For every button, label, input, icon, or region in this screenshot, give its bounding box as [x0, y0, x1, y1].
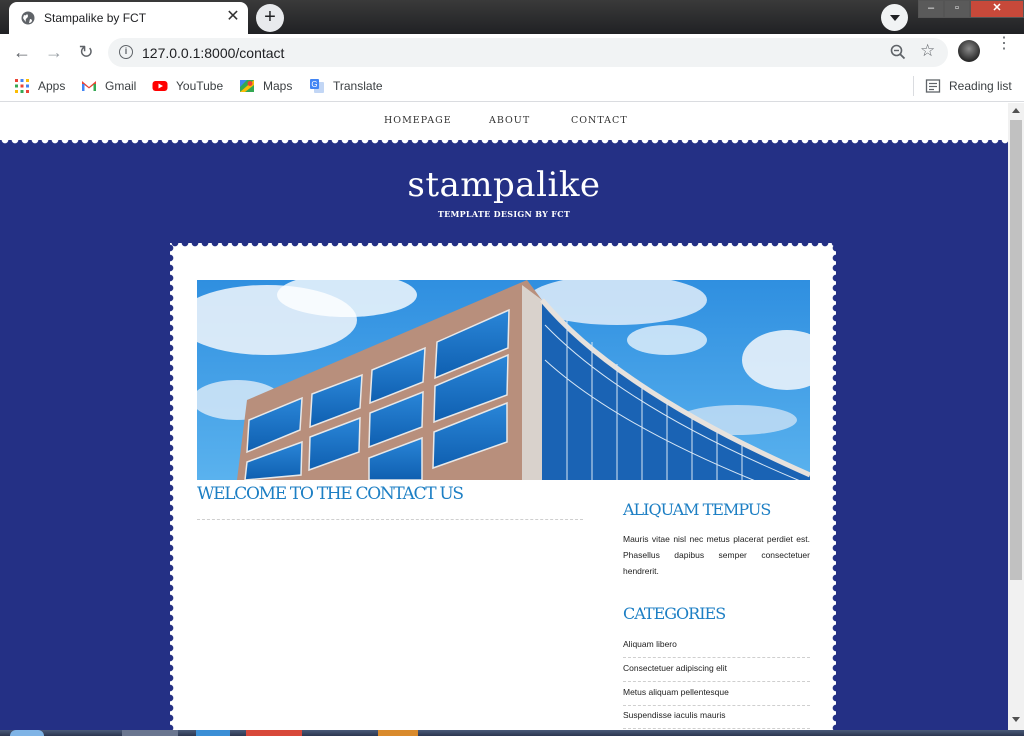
site-info-icon[interactable]: i	[119, 45, 133, 59]
scroll-up-icon[interactable]	[1012, 108, 1020, 113]
bookmark-label: YouTube	[176, 79, 224, 93]
category-link[interactable]: Metus aliquam pellentesque	[623, 682, 810, 706]
bookmarks-bar: Apps Gmail YouTube Maps G Translate Read…	[0, 70, 1024, 102]
browser-menu-icon[interactable]: ⋮	[996, 36, 1012, 52]
sidebar-text: Mauris vitae nisl nec metus placerat per…	[623, 534, 810, 576]
bookmark-translate[interactable]: G Translate	[309, 77, 383, 95]
os-taskbar	[0, 730, 1024, 736]
maximize-button[interactable]: ▫	[944, 0, 970, 18]
sidebar-heading-aliquam: ALIQUAM TEMPUS	[623, 500, 771, 519]
start-button[interactable]	[10, 730, 44, 736]
scrollbar-thumb[interactable]	[1010, 120, 1022, 580]
bookmark-apps[interactable]: Apps	[14, 77, 65, 95]
browser-titlebar: Stampalike by FCT ✕ + – ▫ ✕	[0, 0, 1024, 34]
nav-about[interactable]: ABOUT	[489, 115, 530, 126]
nav-contact[interactable]: CONTACT	[571, 115, 628, 126]
taskbar-app[interactable]	[246, 730, 302, 736]
address-bar[interactable]: i 127.0.0.1:8000/contact ☆	[108, 38, 948, 67]
new-tab-button[interactable]: +	[256, 4, 284, 32]
browser-tab[interactable]: Stampalike by FCT ✕	[9, 2, 248, 34]
back-button[interactable]: ←	[10, 40, 34, 64]
bookmark-maps[interactable]: Maps	[239, 77, 292, 95]
stamp-edge-right	[831, 243, 841, 730]
bookmark-label: Translate	[333, 79, 383, 93]
bookmark-star-icon[interactable]: ☆	[920, 41, 935, 61]
nav-homepage[interactable]: HOMEPAGE	[384, 115, 452, 126]
taskbar-app[interactable]	[122, 730, 178, 736]
page-scrollbar[interactable]	[1008, 103, 1024, 730]
apps-grid-icon	[15, 79, 29, 93]
tab-search-button[interactable]	[881, 4, 908, 31]
stamp-edge-card-top	[170, 238, 836, 248]
bookmarks-divider	[913, 76, 914, 96]
reading-list-button[interactable]: Reading list	[925, 77, 1012, 95]
browser-toolbar: ← → ↻ i 127.0.0.1:8000/contact ☆	[0, 34, 1024, 70]
translate-icon: G	[310, 79, 324, 93]
minimize-button[interactable]: –	[918, 0, 944, 18]
site-logo[interactable]: stampalike	[0, 165, 1008, 205]
sidebar-heading-categories: CATEGORIES	[623, 604, 726, 623]
gmail-icon	[82, 81, 96, 91]
maps-icon	[240, 80, 254, 92]
site-tagline: TEMPLATE DESIGN BY FCT	[437, 209, 571, 219]
close-window-button[interactable]: ✕	[970, 0, 1024, 18]
bookmark-label: Gmail	[105, 79, 137, 93]
reading-list-icon	[925, 79, 941, 93]
title-divider	[197, 519, 583, 520]
chevron-down-icon	[890, 15, 900, 21]
profile-avatar[interactable]	[958, 40, 980, 62]
stamp-edge-top	[0, 135, 1008, 145]
reading-list-label: Reading list	[949, 79, 1012, 93]
category-link[interactable]: Aliquam libero	[623, 634, 810, 658]
page-title: WELCOME TO THE CONTACT US	[197, 484, 464, 504]
window-controls: – ▫ ✕	[918, 0, 1024, 18]
bookmark-gmail[interactable]: Gmail	[81, 77, 136, 95]
globe-icon	[21, 11, 35, 25]
taskbar-app[interactable]	[196, 730, 230, 736]
bookmark-label: Apps	[38, 79, 66, 93]
tab-close-icon[interactable]: ✕	[225, 9, 241, 25]
youtube-icon	[152, 81, 168, 91]
bookmark-youtube[interactable]: YouTube	[152, 77, 223, 95]
forward-button[interactable]: →	[42, 40, 66, 64]
stamp-edge-left	[165, 243, 175, 730]
page-viewport: HOMEPAGE ABOUT CONTACT stampalike TEMPLA…	[0, 103, 1008, 730]
category-link[interactable]: Consectetuer adipiscing elit	[623, 658, 810, 682]
hero-building-image	[197, 280, 810, 480]
reload-button[interactable]: ↻	[74, 40, 98, 64]
zoom-icon[interactable]	[890, 44, 906, 60]
category-link[interactable]: Suspendisse iaculis mauris	[623, 705, 810, 729]
scroll-down-icon[interactable]	[1012, 717, 1020, 722]
taskbar-app[interactable]	[378, 730, 418, 736]
url-text[interactable]: 127.0.0.1:8000/contact	[142, 45, 284, 61]
tab-title: Stampalike by FCT	[44, 11, 147, 25]
svg-text:G: G	[311, 80, 317, 89]
bookmark-label: Maps	[263, 79, 293, 93]
